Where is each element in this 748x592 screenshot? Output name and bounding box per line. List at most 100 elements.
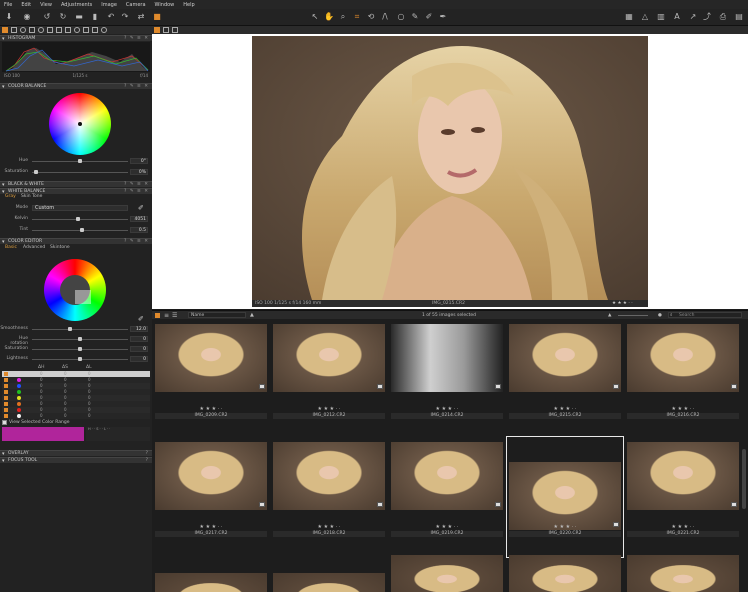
tab-color-icon[interactable] [38,27,44,33]
menu-help[interactable]: Help [183,2,194,8]
view-selected-checkbox[interactable] [2,420,7,425]
settings-icon[interactable]: ▤ [734,12,744,22]
redo-icon[interactable]: ↷ [120,12,130,22]
section-controls-icon[interactable]: ? ✎ ≡ ✕ [124,239,149,245]
section-controls-icon[interactable]: ? [146,458,149,464]
main-photo[interactable] [252,36,648,300]
overlay-header[interactable]: OVERLAY? [0,450,152,457]
thumbnail-rating[interactable]: ★ ★ ★ · · [152,524,270,530]
thumbnail-rating[interactable]: ★ ★ ★ · · [152,406,270,412]
tab-exposure-icon[interactable] [47,27,53,33]
tab-skintone[interactable]: Skintone [47,245,73,251]
color-balance-header[interactable]: COLOR BALANCE ? ✎ ≡ ✕ [0,83,152,90]
undo-icon[interactable]: ↶ [106,12,116,22]
thumb-size-slider[interactable] [618,315,648,316]
sort-dropdown[interactable]: Name [188,312,246,318]
menu-image[interactable]: Image [101,2,117,8]
cb-hue-value[interactable]: 0° [130,158,148,164]
thumbnail-cell[interactable]: ★ ★ ★ · · IMG_0220.CR2 [506,436,624,558]
color-enable-checkbox[interactable] [4,378,8,382]
menu-view[interactable]: View [40,2,52,8]
wb-mode-dropdown[interactable]: Custom [32,205,128,211]
annotation-icon[interactable]: ✒ [438,12,448,22]
thumbnail-image[interactable] [155,442,267,510]
thumbnail-rating[interactable]: ★ ★ ★ · · [388,406,506,412]
apply-adjustments-icon[interactable]: ■ [152,12,162,22]
thumbnail-cell[interactable]: ★ ★ ★ · · IMG_0216.CR2 [624,319,742,440]
thumbnail-image[interactable] [273,573,385,592]
zoom-icon[interactable]: ⌕ [338,12,348,22]
select-cursor-icon[interactable]: ↖ [310,12,320,22]
ce-smoothness-slider[interactable]: Smoothness 12.0 [0,326,152,332]
thumbnail-cell[interactable]: ★ ★ ★ · · IMG_0219.CR2 [388,436,506,558]
color-balance-wheel[interactable] [49,93,111,155]
proof-icon[interactable]: ▥ [656,12,666,22]
color-editor-wheel[interactable] [44,259,106,321]
histogram-header[interactable]: HISTOGRAM? ✎ ≡ ✕ [0,35,152,42]
color-range-selection[interactable] [75,290,91,304]
brush-icon[interactable]: ✎ [410,12,420,22]
spot-removal-icon[interactable]: ○ [396,12,406,22]
folder-icon[interactable]: ▬ [74,12,84,22]
wb-kelvin-slider[interactable]: Kelvin 4051 [0,216,152,222]
trash-icon[interactable]: ▮ [90,12,100,22]
ce-saturation-value[interactable]: 0 [130,346,148,352]
thumbnail-rating[interactable]: ★ ★ ★ · · [624,406,742,412]
menu-window[interactable]: Window [155,2,175,8]
cb-saturation-slider[interactable]: Saturation 0% [0,169,152,175]
thumbnail-image[interactable] [627,442,739,510]
tab-output-icon[interactable] [92,27,98,33]
thumbnail-image[interactable] [391,555,503,592]
focus-tool-header[interactable]: FOCUS TOOL? [0,457,152,464]
thumbnail-rating[interactable]: ★ ★ ★ · · [270,524,388,530]
thumbnail-cell[interactable]: ★ ★ ★ · · IMG_0217.CR2 [152,436,270,558]
color-enable-checkbox[interactable] [4,408,8,412]
ce-smoothness-value[interactable]: 12.0 [130,326,148,332]
color-editor-header[interactable]: COLOR EDITOR ? ✎ ≡ ✕ [0,238,152,245]
color-list-row[interactable]: 0 0 0 [2,413,150,419]
thumbnail-cell[interactable]: ★ ★ ★ · · IMG_0218.CR2 [270,436,388,558]
thumbnail-cell[interactable]: ★ ★ ★ · · IMG_0215.CR2 [506,319,624,440]
import-icon[interactable]: ⬇ [4,12,14,22]
color-picker-icon[interactable]: ✐ [424,12,434,22]
tab-details-icon[interactable] [56,27,62,33]
thumbnail-rating[interactable]: ★ ★ ★ · · [506,406,624,412]
crop-icon[interactable]: ⌗ [352,12,362,22]
tab-lens-icon[interactable] [20,27,26,33]
grid-view-icon[interactable]: ▦ [624,12,634,22]
ce-saturation-slider[interactable]: Saturation 0 [0,346,152,352]
thumbnail-image[interactable] [509,462,621,530]
browser-scrollbar[interactable] [742,449,746,509]
thumbnail-rating[interactable]: ★ ★ ★ · · [388,524,506,530]
viewer-multi-icon[interactable] [163,27,169,33]
thumbnail-rating[interactable]: ★ ★ ★ · · [624,524,742,530]
ce-picker-icon[interactable]: ✐ [138,315,144,323]
rotate-right-icon[interactable]: ↻ [58,12,68,22]
process-icon[interactable]: ⤴ [702,12,712,22]
section-controls-icon[interactable]: ? ✎ ≡ ✕ [124,84,149,90]
tab-advanced[interactable]: Advanced [20,245,48,251]
tab-library-icon[interactable] [2,27,8,33]
pan-hand-icon[interactable]: ✋ [324,12,334,22]
cb-saturation-value[interactable]: 0% [130,169,148,175]
thumbnail-image[interactable] [509,324,621,392]
menu-edit[interactable]: Edit [21,2,31,8]
wb-tint-slider[interactable]: Tint 0.5 [0,227,152,233]
thumbnail-image[interactable] [391,324,503,392]
viewer-single-icon[interactable] [154,27,160,33]
color-enable-checkbox[interactable] [4,414,8,418]
menu-file[interactable]: File [4,2,12,8]
thumbnail-image[interactable] [509,555,621,592]
color-enable-checkbox[interactable] [4,390,8,394]
thumbnail-image[interactable] [627,324,739,392]
thumbnail-cell[interactable]: ★ ★ ★ · · IMG_0221.CR2 [624,436,742,558]
color-balance-picker[interactable] [78,122,82,126]
keystone-icon[interactable]: /\ [380,12,390,22]
color-enable-checkbox[interactable] [4,396,8,400]
thumbnail-image[interactable] [273,324,385,392]
wb-kelvin-value[interactable]: 4051 [130,216,148,222]
export-icon[interactable]: ↗ [688,12,698,22]
text-icon[interactable]: A [672,12,682,22]
color-enable-checkbox[interactable] [4,384,8,388]
black-white-header[interactable]: BLACK & WHITE? ✎ ≡ ✕ [0,181,152,188]
